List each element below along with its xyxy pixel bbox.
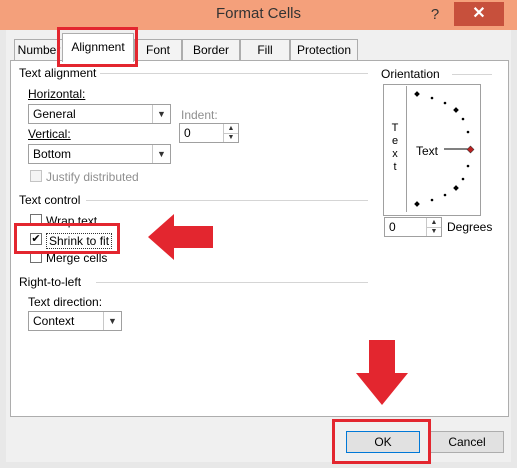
merge-cells-checkbox[interactable]: [30, 251, 42, 263]
checkmark-icon: ✔: [31, 233, 41, 245]
spin-down-icon[interactable]: ▼: [426, 227, 441, 236]
orientation-group-label: Orientation: [381, 67, 440, 81]
text-control-separator: [86, 200, 368, 201]
ok-button[interactable]: OK: [346, 431, 420, 453]
vertical-text-letter: e: [391, 135, 399, 147]
horizontal-select-value: General: [33, 107, 76, 121]
text-alignment-group-label: Text alignment: [19, 66, 97, 80]
vertical-label: Vertical:: [28, 127, 71, 141]
close-button[interactable]: ✕: [454, 2, 504, 26]
orientation-separator: [452, 74, 492, 75]
text-direction-value: Context: [33, 314, 75, 328]
horizontal-label: Horizontal:: [28, 87, 86, 101]
shrink-to-fit-label: Shrink to fit: [46, 233, 113, 249]
tab-alignment[interactable]: Alignment: [62, 33, 134, 62]
chevron-down-icon: ▼: [103, 312, 121, 330]
vertical-text-letter: t: [393, 161, 397, 173]
dial-mark-minus45: [453, 185, 459, 191]
tab-border[interactable]: Border: [182, 39, 240, 60]
justify-distributed-label: Justify distributed: [46, 170, 139, 184]
text-direction-select[interactable]: Context ▼: [28, 311, 122, 331]
justify-distributed-checkbox[interactable]: [30, 170, 42, 182]
degrees-value: 0: [389, 220, 396, 234]
vertical-text-letter: x: [392, 148, 398, 160]
vertical-text-toggle[interactable]: T e x t: [384, 86, 407, 212]
tab-protection[interactable]: Protection: [290, 39, 358, 60]
dial-mark-45: [453, 107, 459, 113]
dial-mark-90: [414, 91, 420, 97]
indent-value: 0: [184, 126, 191, 140]
shrink-to-fit-checkbox[interactable]: ✔: [30, 233, 42, 245]
text-control-group-label: Text control: [19, 193, 81, 207]
vertical-select[interactable]: Bottom ▼: [28, 144, 171, 164]
help-button[interactable]: ?: [424, 4, 446, 26]
chevron-down-icon: ▼: [152, 145, 170, 163]
text-alignment-separator: [100, 73, 368, 74]
right-to-left-separator: [96, 282, 368, 283]
vertical-text-letter: T: [391, 122, 399, 134]
degrees-spinner[interactable]: 0 ▲ ▼: [384, 217, 442, 237]
title-bar: Format Cells ? ✕: [0, 0, 517, 30]
horizontal-select[interactable]: General ▼: [28, 104, 171, 124]
tab-fill[interactable]: Fill: [240, 39, 290, 60]
chevron-down-icon: ▼: [152, 105, 170, 123]
text-direction-label: Text direction:: [28, 295, 103, 309]
cancel-button[interactable]: Cancel: [430, 431, 504, 453]
merge-cells-label: Merge cells: [46, 251, 108, 265]
wrap-text-label: Wrap text: [46, 214, 98, 228]
degrees-label: Degrees: [447, 220, 493, 234]
wrap-text-checkbox[interactable]: [30, 214, 42, 226]
tab-font[interactable]: Font: [134, 39, 182, 60]
dial-pointer-icon[interactable]: [466, 145, 475, 154]
indent-label: Indent:: [181, 108, 218, 122]
dial-text-label: Text: [416, 144, 439, 158]
vertical-select-value: Bottom: [33, 147, 72, 161]
tab-number[interactable]: Number: [14, 39, 64, 60]
spin-down-icon[interactable]: ▼: [223, 133, 238, 142]
right-to-left-group-label: Right-to-left: [19, 275, 82, 289]
dial-mark-minus90: [414, 201, 420, 207]
indent-spinner[interactable]: 0 ▲ ▼: [179, 123, 239, 143]
